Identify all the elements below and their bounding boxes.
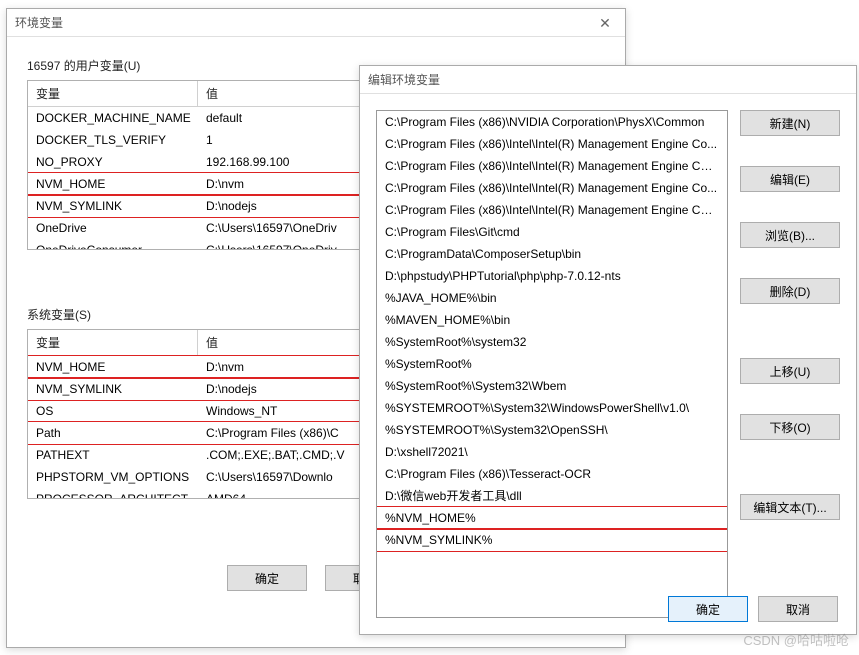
col-variable[interactable]: 变量 — [28, 81, 198, 106]
list-item[interactable]: %SystemRoot%\System32\Wbem — [377, 375, 727, 397]
new-button[interactable]: 新建(N) — [740, 110, 840, 136]
var-name: DOCKER_TLS_VERIFY — [28, 129, 198, 151]
edit-env-var-dialog: 编辑环境变量 C:\Program Files (x86)\NVIDIA Cor… — [359, 65, 857, 635]
var-name: OneDrive — [28, 217, 198, 239]
edittext-button[interactable]: 编辑文本(T)... — [740, 494, 840, 520]
browse-button[interactable]: 浏览(B)... — [740, 222, 840, 248]
close-icon[interactable]: ✕ — [593, 11, 617, 35]
titlebar: 编辑环境变量 — [360, 66, 856, 94]
list-item[interactable]: C:\Program Files (x86)\Intel\Intel(R) Ma… — [377, 155, 727, 177]
list-item[interactable]: %SYSTEMROOT%\System32\OpenSSH\ — [377, 419, 727, 441]
edit-button[interactable]: 编辑(E) — [740, 166, 840, 192]
list-item[interactable]: D:\xshell72021\ — [377, 441, 727, 463]
var-name: PATHEXT — [28, 444, 198, 466]
var-name: OneDriveConsumer — [28, 239, 198, 250]
list-item[interactable]: D:\phpstudy\PHPTutorial\php\php-7.0.12-n… — [377, 265, 727, 287]
var-name: PHPSTORM_VM_OPTIONS — [28, 466, 198, 488]
var-name: NVM_SYMLINK — [28, 378, 198, 400]
cancel-button[interactable]: 取消 — [758, 596, 838, 622]
var-name: NVM_HOME — [28, 356, 198, 378]
list-item[interactable]: C:\Program Files (x86)\Intel\Intel(R) Ma… — [377, 177, 727, 199]
list-item[interactable]: C:\Program Files\Git\cmd — [377, 221, 727, 243]
list-item[interactable]: %JAVA_HOME%\bin — [377, 287, 727, 309]
list-item[interactable]: C:\Program Files (x86)\Intel\Intel(R) Ma… — [377, 133, 727, 155]
ok-button[interactable]: 确定 — [668, 596, 748, 622]
list-item[interactable]: %NVM_SYMLINK% — [377, 529, 727, 551]
watermark: CSDN @哈咕啦呛 — [743, 630, 849, 649]
movedown-button[interactable]: 下移(O) — [740, 414, 840, 440]
titlebar: 环境变量 ✕ — [7, 9, 625, 37]
ok-button[interactable]: 确定 — [227, 565, 307, 591]
var-name: DOCKER_MACHINE_NAME — [28, 107, 198, 129]
list-item[interactable]: C:\Program Files (x86)\Tesseract-OCR — [377, 463, 727, 485]
list-item[interactable]: %MAVEN_HOME%\bin — [377, 309, 727, 331]
dialog-title: 编辑环境变量 — [368, 66, 440, 94]
list-item[interactable]: %NVM_HOME% — [377, 507, 727, 529]
var-name: Path — [28, 422, 198, 444]
var-name: NO_PROXY — [28, 151, 198, 173]
var-name: OS — [28, 400, 198, 422]
var-name: NVM_HOME — [28, 173, 198, 195]
path-list[interactable]: C:\Program Files (x86)\NVIDIA Corporatio… — [376, 110, 728, 618]
moveup-button[interactable]: 上移(U) — [740, 358, 840, 384]
delete-button[interactable]: 删除(D) — [740, 278, 840, 304]
list-item[interactable]: %SystemRoot% — [377, 353, 727, 375]
list-item[interactable]: D:\微信web开发者工具\dll — [377, 485, 727, 507]
list-item[interactable]: C:\Program Files (x86)\NVIDIA Corporatio… — [377, 111, 727, 133]
var-name: PROCESSOR_ARCHITECT... — [28, 488, 198, 499]
col-variable[interactable]: 变量 — [28, 330, 198, 355]
list-item[interactable]: C:\Program Files (x86)\Intel\Intel(R) Ma… — [377, 199, 727, 221]
list-item[interactable]: %SYSTEMROOT%\System32\WindowsPowerShell\… — [377, 397, 727, 419]
var-name: NVM_SYMLINK — [28, 195, 198, 217]
dialog-title: 环境变量 — [15, 9, 63, 37]
list-item[interactable]: C:\ProgramData\ComposerSetup\bin — [377, 243, 727, 265]
list-item[interactable]: %SystemRoot%\system32 — [377, 331, 727, 353]
